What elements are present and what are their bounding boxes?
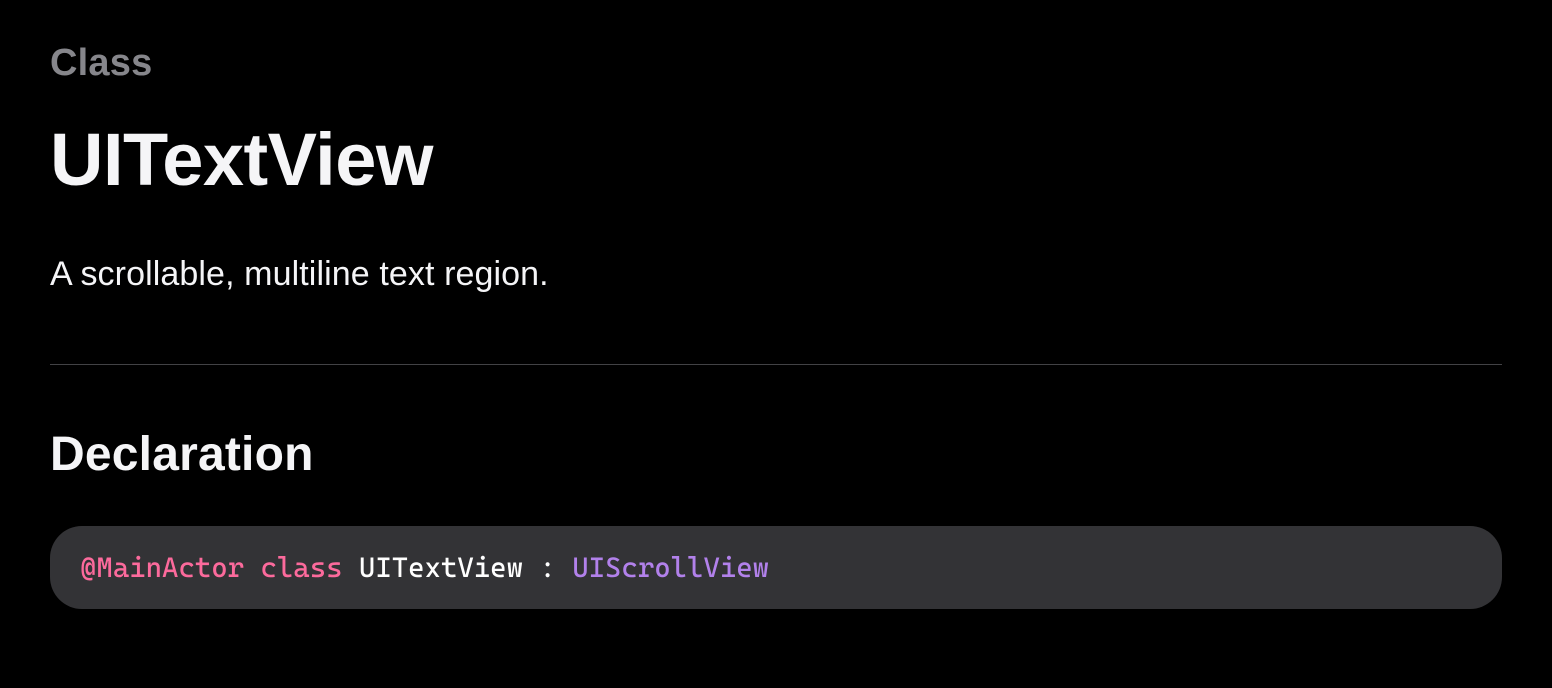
page-title: UITextView bbox=[50, 121, 1502, 199]
declaration-heading: Declaration bbox=[50, 427, 1502, 482]
code-inherits-link[interactable]: UIScrollView bbox=[572, 551, 769, 584]
code-attribute: @MainActor bbox=[80, 551, 244, 584]
code-identifier: UITextView bbox=[359, 551, 523, 584]
section-divider bbox=[50, 364, 1502, 365]
code-separator: : bbox=[523, 551, 572, 584]
summary-text: A scrollable, multiline text region. bbox=[50, 255, 1502, 294]
code-keyword: class bbox=[260, 551, 342, 584]
declaration-code-block: @MainActor class UITextView : UIScrollVi… bbox=[50, 526, 1502, 609]
eyebrow-label: Class bbox=[50, 42, 1502, 85]
